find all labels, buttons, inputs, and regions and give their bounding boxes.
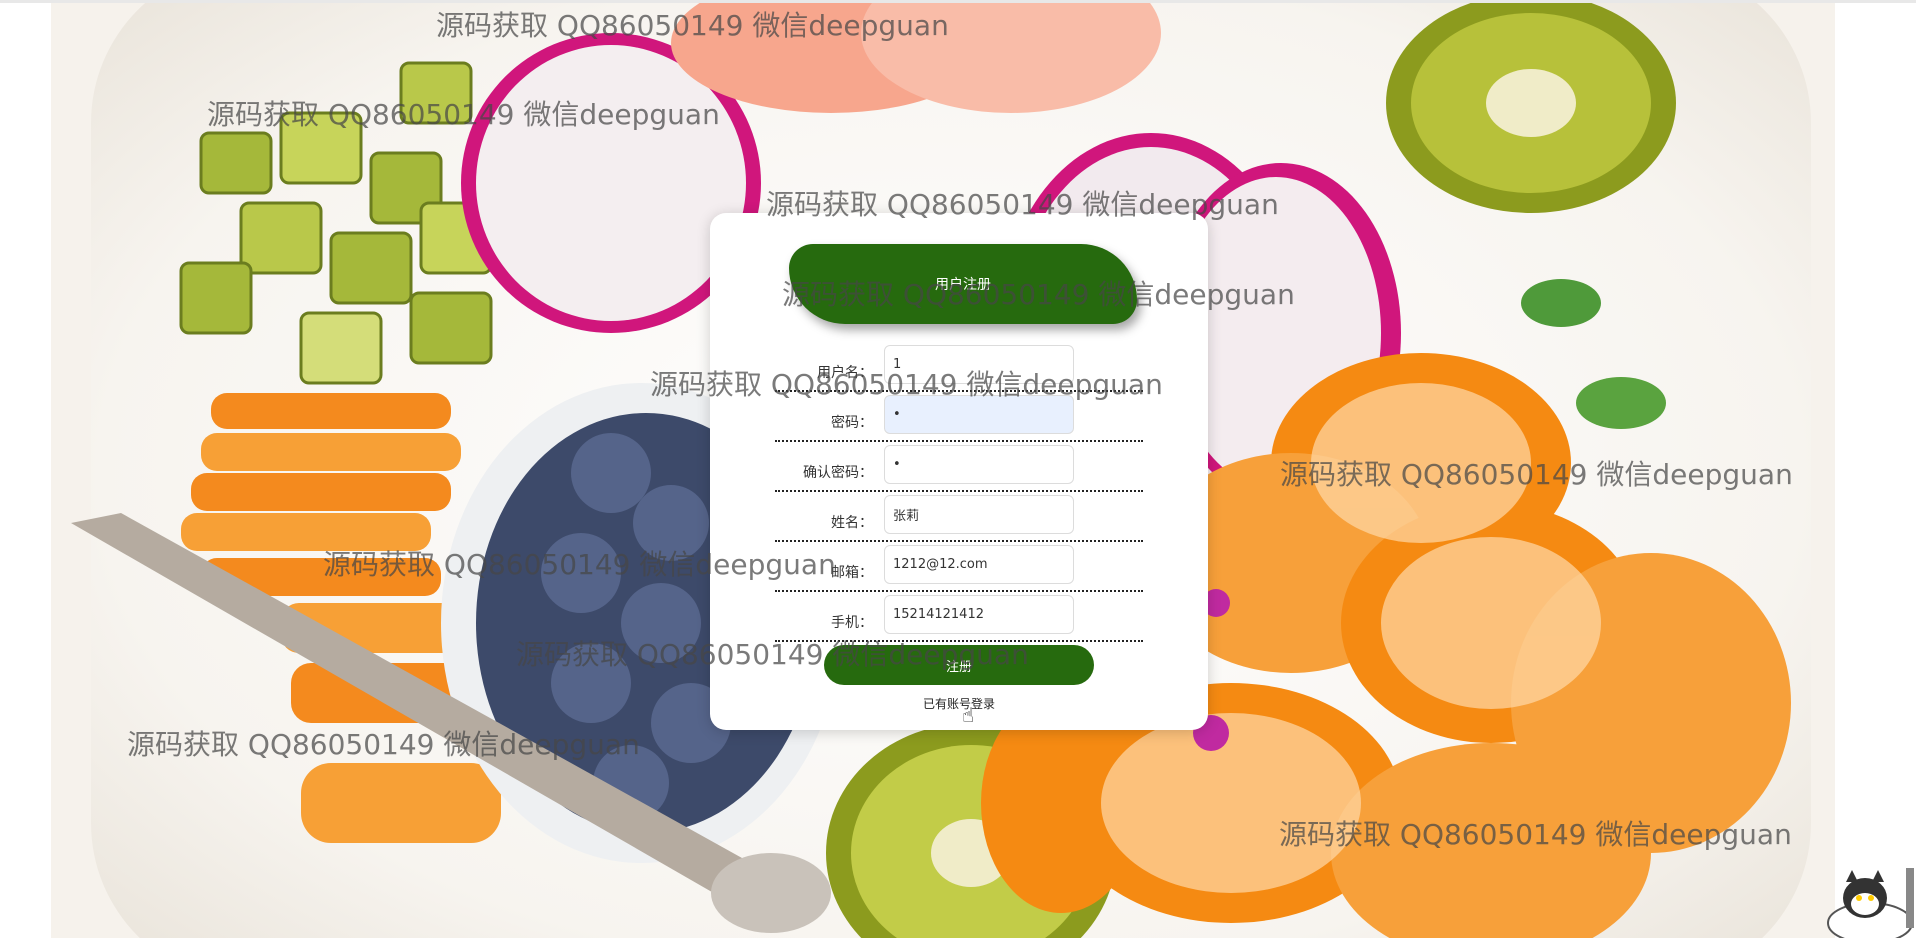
email-label: 邮箱：	[831, 565, 873, 581]
phone-label: 手机：	[831, 615, 873, 631]
email-row: 邮箱：	[775, 540, 1143, 592]
username-input[interactable]	[884, 345, 1074, 384]
confirm-password-row: 确认密码：	[775, 440, 1143, 492]
confirm-password-input[interactable]	[884, 445, 1074, 484]
username-label: 用户名：	[817, 365, 873, 381]
password-label: 密码：	[831, 415, 873, 431]
register-title-text: 用户注册	[935, 277, 991, 293]
register-title: 用户注册	[789, 244, 1137, 324]
confirm-password-label: 确认密码：	[803, 465, 873, 481]
password-row: 密码：	[775, 390, 1143, 442]
username-row: 用户名：	[775, 340, 1143, 392]
mascot-icon	[1827, 868, 1914, 938]
register-page: 用户注册 用户名： 密码： 确认密码： 姓名： 邮箱： 手机： 注册 已有账号登…	[0, 0, 1916, 938]
name-label: 姓名：	[831, 515, 873, 531]
register-button[interactable]: 注册	[824, 645, 1094, 685]
phone-row: 手机：	[775, 590, 1143, 642]
login-link[interactable]: 已有账号登录	[710, 695, 1208, 712]
phone-input[interactable]	[884, 595, 1074, 634]
register-card: 用户注册 用户名： 密码： 确认密码： 姓名： 邮箱： 手机： 注册 已有账号登…	[710, 213, 1208, 730]
hand-pointer-icon: ☝	[962, 703, 975, 727]
email-input[interactable]	[884, 545, 1074, 584]
name-row: 姓名：	[775, 490, 1143, 542]
password-input[interactable]	[884, 395, 1074, 434]
name-input[interactable]	[884, 495, 1074, 534]
